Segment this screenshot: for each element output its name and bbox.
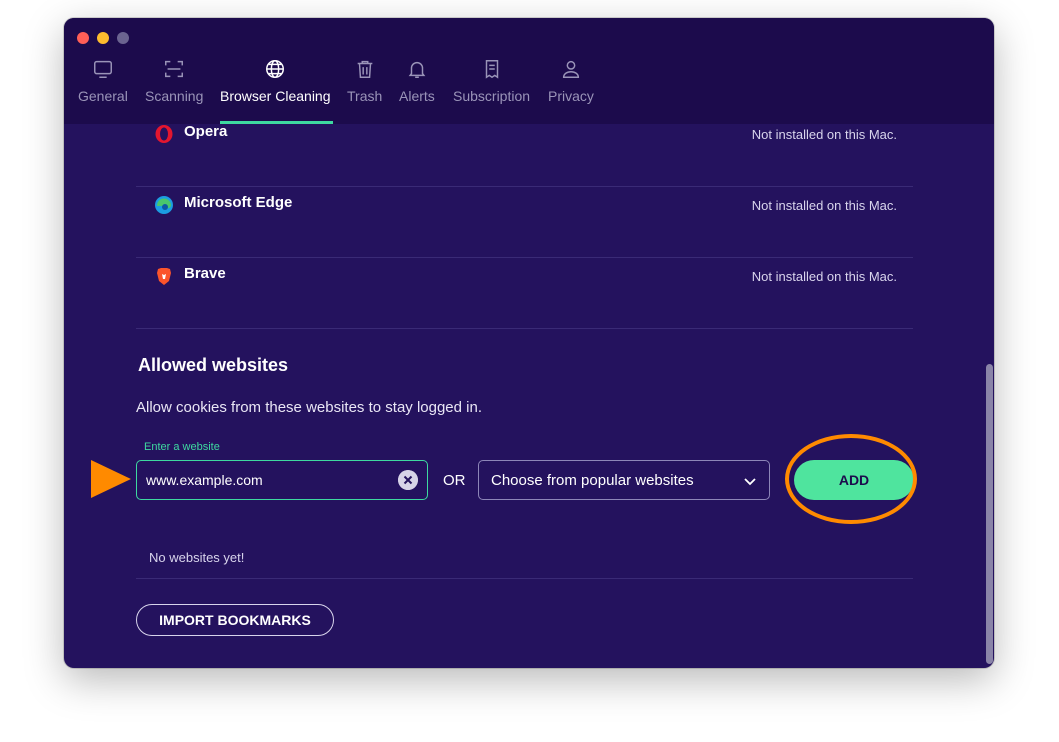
popular-websites-select[interactable]: Choose from popular websites: [478, 460, 770, 500]
browser-row-brave: Brave Not installed on this Mac.: [136, 258, 913, 329]
chevron-down-icon: [744, 478, 756, 486]
globe-icon: [266, 60, 285, 78]
tab-label: Trash: [347, 88, 383, 104]
browser-row-opera: Opera Not installed on this Mac.: [136, 116, 913, 187]
browser-status: Not installed on this Mac.: [751, 127, 897, 142]
tab-label: Scanning: [145, 88, 204, 104]
tab-privacy[interactable]: Privacy: [548, 58, 594, 124]
website-input-label: Enter a website: [144, 441, 220, 453]
tab-label: Browser Cleaning: [220, 88, 331, 104]
bell-icon: [408, 61, 426, 78]
tab-subscription[interactable]: Subscription: [453, 58, 530, 124]
or-label: OR: [443, 472, 466, 489]
scrollbar[interactable]: [986, 364, 993, 664]
tab-general[interactable]: General: [78, 58, 128, 124]
import-bookmarks-button[interactable]: IMPORT BOOKMARKS: [136, 604, 334, 636]
tab-alerts[interactable]: Alerts: [399, 58, 435, 124]
tab-label: Alerts: [399, 88, 435, 104]
tab-label: General: [78, 88, 128, 104]
browser-name: Brave: [184, 265, 226, 282]
scan-icon: [165, 60, 184, 78]
select-value: Choose from popular websites: [491, 472, 694, 489]
tab-label: Subscription: [453, 88, 531, 104]
app-window: General Scanning Browser Cleaning Trash …: [64, 18, 994, 668]
annotation-highlight-circle: [785, 434, 917, 524]
empty-state-text: No websites yet!: [149, 550, 245, 565]
zoom-window-button[interactable]: [117, 32, 129, 44]
edge-icon: [155, 196, 173, 214]
website-input[interactable]: [144, 461, 388, 499]
browser-name: Microsoft Edge: [184, 194, 293, 211]
browser-status: Not installed on this Mac.: [751, 198, 897, 213]
website-input-field[interactable]: [136, 460, 428, 500]
clear-input-icon[interactable]: [398, 470, 418, 490]
tab-trash[interactable]: Trash: [347, 58, 382, 124]
monitor-icon: [93, 60, 112, 78]
tab-label: Privacy: [548, 88, 594, 104]
allowed-websites-description: Allow cookies from these websites to sta…: [136, 399, 483, 416]
websites-list-empty: No websites yet!: [136, 540, 913, 579]
browser-status: Not installed on this Mac.: [751, 269, 897, 284]
browser-row-edge: Microsoft Edge Not installed on this Mac…: [136, 187, 913, 258]
brave-icon: [157, 268, 171, 285]
tab-browser-cleaning[interactable]: Browser Cleaning: [220, 58, 331, 124]
browser-name: Opera: [184, 123, 228, 140]
close-window-button[interactable]: [77, 32, 89, 44]
allowed-websites-title: Allowed websites: [138, 355, 289, 375]
title-bar: General Scanning Browser Cleaning Trash …: [64, 18, 994, 124]
receipt-icon: [485, 60, 498, 79]
annotation-arrow-icon: [91, 460, 131, 498]
person-icon: [562, 60, 580, 78]
trash-icon: [357, 60, 372, 78]
opera-icon: [155, 125, 173, 143]
minimize-window-button[interactable]: [97, 32, 109, 44]
tab-scanning[interactable]: Scanning: [145, 58, 203, 124]
